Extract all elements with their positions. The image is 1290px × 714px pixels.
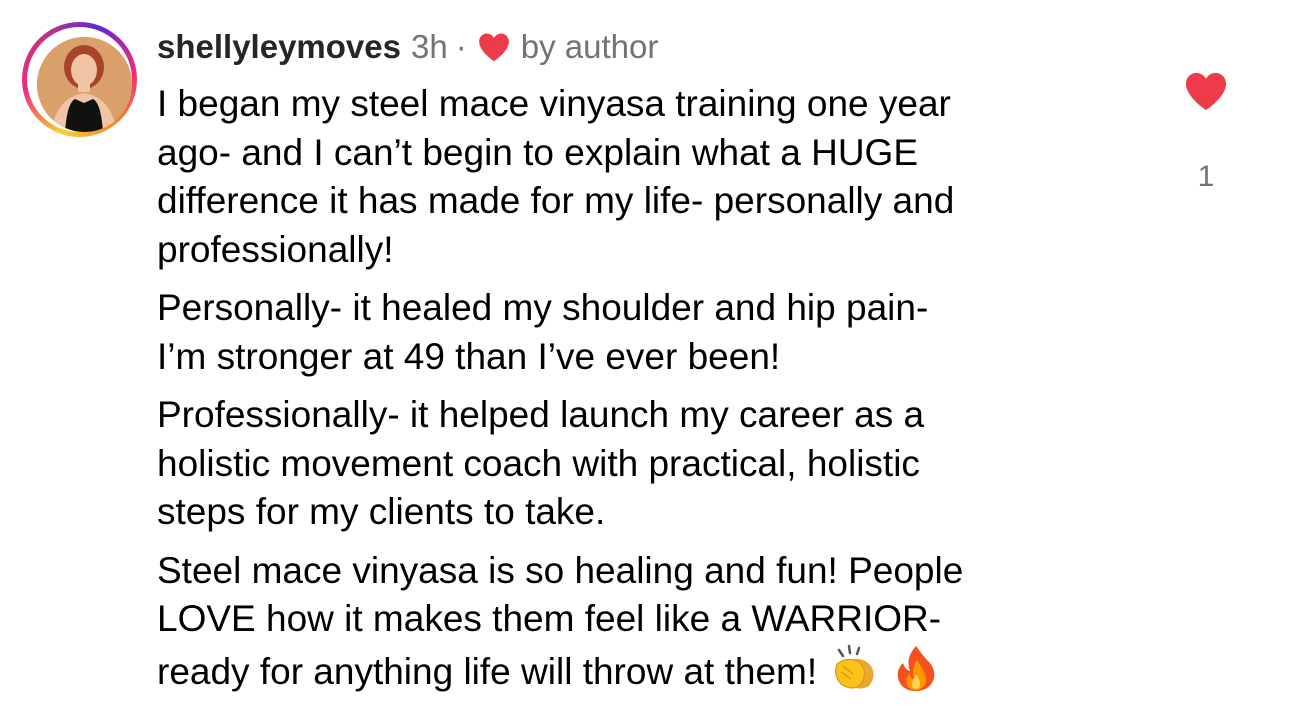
heart-icon — [478, 33, 509, 62]
liked-by-author-label: by author — [520, 28, 659, 65]
comment-text: I began my steel mace vinyasa training o… — [157, 80, 1147, 704]
separator-dot: · — [455, 28, 467, 65]
fire-emoji — [893, 644, 939, 705]
avatar-gap — [27, 27, 132, 132]
comment-paragraph: I began my steel mace vinyasa training o… — [157, 83, 955, 270]
story-ring[interactable] — [22, 22, 137, 137]
comment-item: shellyleymoves 3h · by author I began my… — [0, 0, 1290, 714]
comment-content: shellyleymoves 3h · by author I began my… — [157, 22, 1147, 714]
timestamp: 3h — [411, 28, 448, 65]
heart-icon[interactable] — [1182, 70, 1230, 112]
like-column: 1 — [1180, 70, 1232, 194]
comment-paragraph: Personally- it healed my shoulder and hi… — [157, 287, 929, 377]
comment-paragraph-last: Steel mace vinyasa is so healing and fun… — [157, 547, 1147, 705]
clapping-hands-emoji — [829, 644, 881, 705]
avatar[interactable] — [37, 37, 132, 132]
like-count[interactable]: 1 — [1180, 160, 1232, 194]
comment-paragraph: Professionally- it helped launch my care… — [157, 394, 925, 532]
username[interactable]: shellyleymoves — [157, 22, 401, 72]
comment-meta: shellyleymoves 3h · by author — [157, 22, 1147, 72]
